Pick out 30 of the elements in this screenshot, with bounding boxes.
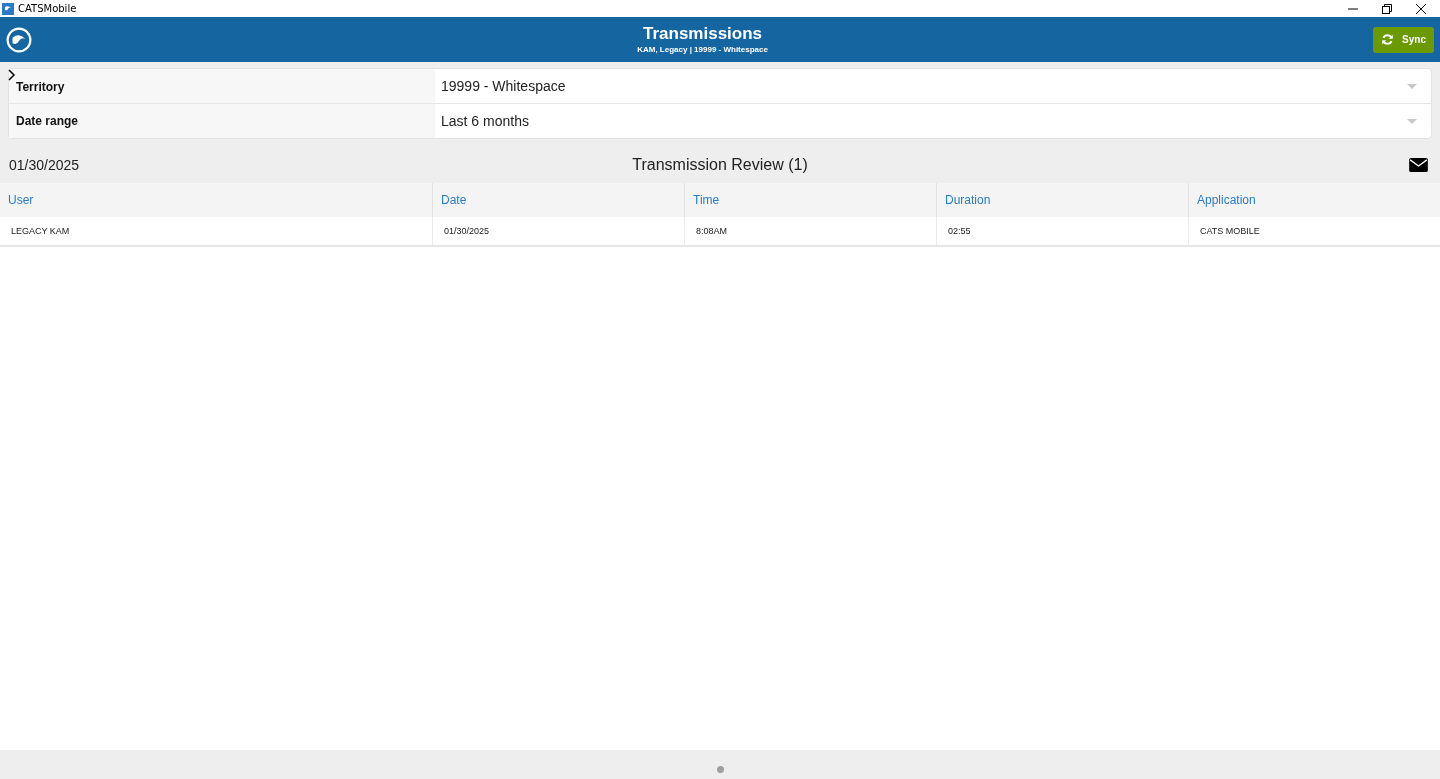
- caret-icon: [1407, 83, 1417, 89]
- window-title: CATSMobile: [18, 3, 77, 14]
- review-title: Transmission Review (1): [632, 155, 808, 174]
- close-icon[interactable]: [1416, 3, 1426, 14]
- logo-icon[interactable]: [6, 26, 32, 53]
- filter-label: Territory: [9, 69, 435, 103]
- restore-icon[interactable]: [1382, 3, 1392, 14]
- column-header[interactable]: Duration: [936, 183, 1188, 217]
- review-date: 01/30/2025: [9, 156, 80, 173]
- chevron-right-icon[interactable]: [8, 69, 16, 81]
- table-cell: CATS MOBILE: [1188, 217, 1440, 245]
- dropdown-field[interactable]: 19999 - Whitespace: [435, 69, 1431, 103]
- page-title: Transmissions: [642, 23, 764, 44]
- mail-icon[interactable]: [1409, 157, 1428, 172]
- dropdown-field[interactable]: Last 6 months: [435, 104, 1431, 138]
- sync-button[interactable]: Sync: [1373, 26, 1434, 53]
- column-header[interactable]: Time: [684, 183, 936, 217]
- column-header[interactable]: User: [0, 183, 432, 217]
- filter-label: Date range: [9, 104, 435, 138]
- sync-icon: [1381, 33, 1395, 46]
- page-indicator-dot: [716, 766, 724, 773]
- caret-icon: [1407, 118, 1417, 124]
- column-header[interactable]: Application: [1188, 183, 1440, 217]
- page-subtitle: KAM, Legacy | 19999 - Whitespace: [636, 44, 769, 54]
- table-cell: 8:08AM: [684, 217, 936, 245]
- table-cell-text: LEGACY KAM: [10, 225, 71, 238]
- table-cell: 02:55: [936, 217, 1188, 245]
- app-icon: [2, 2, 14, 15]
- table-cell: 01/30/2025: [432, 217, 684, 245]
- column-header[interactable]: Date: [432, 183, 684, 217]
